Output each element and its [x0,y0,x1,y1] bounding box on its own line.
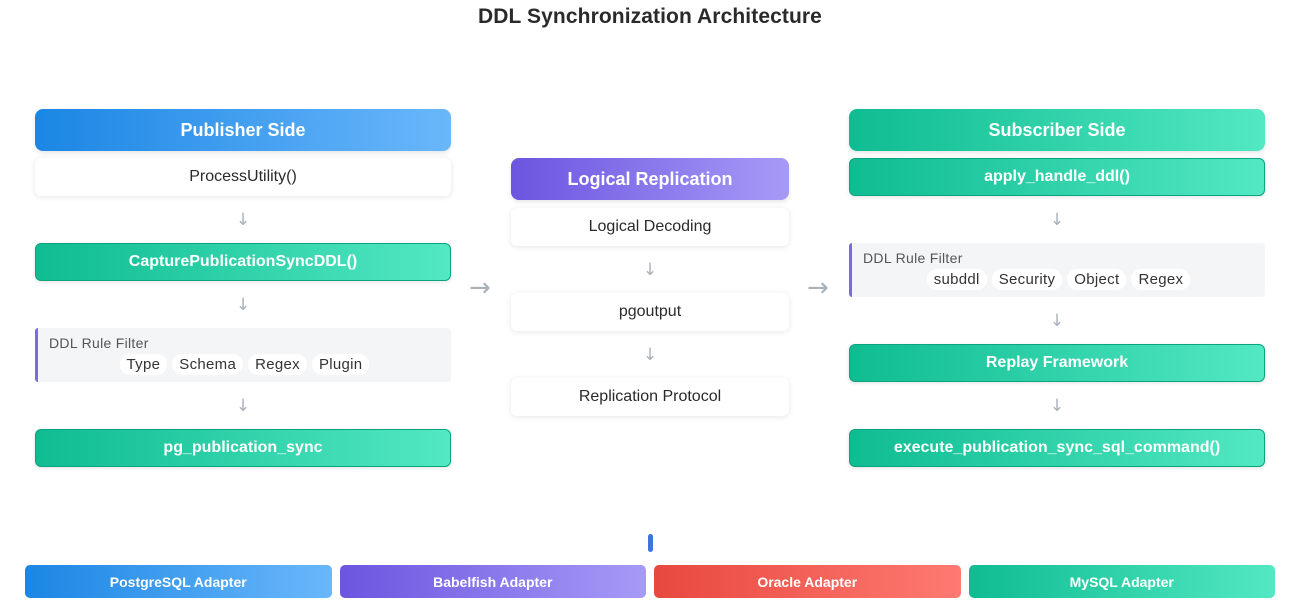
right-arrow-icon: → [807,273,829,303]
filter-chip: Security [991,269,1063,290]
diagram-root: DDL Synchronization Architecture Publish… [0,0,1312,608]
postgresql-adapter: PostgreSQL Adapter [25,565,332,598]
adapter-row: PostgreSQL Adapter Babelfish Adapter Ora… [25,565,1275,598]
oracle-adapter: Oracle Adapter [654,565,961,598]
replay-framework-box: Replay Framework [849,344,1265,382]
logical-replication-header: Logical Replication [511,158,789,200]
babelfish-adapter: Babelfish Adapter [339,565,646,598]
diagram-title: DDL Synchronization Architecture [478,5,822,28]
filter-chips: subddl Security Object Regex [852,269,1265,290]
subscriber-rule-filter: DDL Rule Filter subddl Security Object R… [849,243,1265,297]
filter-label: DDL Rule Filter [49,335,149,351]
down-arrow-icon: ↓ [235,395,251,416]
publisher-header: Publisher Side [35,109,451,151]
down-arrow-icon: ↓ [235,209,251,230]
process-utility-box: ProcessUtility() [35,158,451,196]
filter-chip: Plugin [311,354,370,375]
down-arrow-icon: ↓ [1049,310,1065,331]
replication-protocol-box: Replication Protocol [511,378,789,416]
filter-chip: Regex [1131,269,1191,290]
down-arrow-icon: ↓ [235,294,251,315]
apply-handle-ddl-box: apply_handle_ddl() [849,158,1265,196]
logical-decoding-box: Logical Decoding [511,208,789,246]
publication-sync-box: pg_publication_sync [35,429,451,467]
subscriber-column: Subscriber Side apply_handle_ddl() ↓ DDL… [849,109,1265,467]
down-arrow-icon: ↓ [642,344,658,365]
down-arrow-icon: ↓ [1049,395,1065,416]
mysql-adapter: MySQL Adapter [968,565,1275,598]
publisher-column: Publisher Side ProcessUtility() ↓ Captur… [35,109,451,467]
subscriber-header: Subscriber Side [849,109,1265,151]
capture-ddl-box: CapturePublicationSyncDDL() [35,243,451,281]
filter-chip: Regex [248,354,307,375]
down-arrow-icon: ↓ [642,259,658,280]
right-arrow-icon: → [469,273,491,303]
filter-label: DDL Rule Filter [863,250,963,266]
adapter-connector [648,534,653,552]
logical-replication-column: Logical Replication Logical Decoding ↓ p… [511,158,789,416]
filter-chip: Type [119,354,168,375]
filter-chip: Object [1067,269,1127,290]
pgoutput-box: pgoutput [511,293,789,331]
publisher-rule-filter: DDL Rule Filter Type Schema Regex Plugin [35,328,451,382]
down-arrow-icon: ↓ [1049,209,1065,230]
execute-sync-command-box: execute_publication_sync_sql_command() [849,429,1265,467]
filter-chip: subddl [926,269,987,290]
filter-chips: Type Schema Regex Plugin [38,354,451,375]
filter-chip: Schema [172,354,244,375]
